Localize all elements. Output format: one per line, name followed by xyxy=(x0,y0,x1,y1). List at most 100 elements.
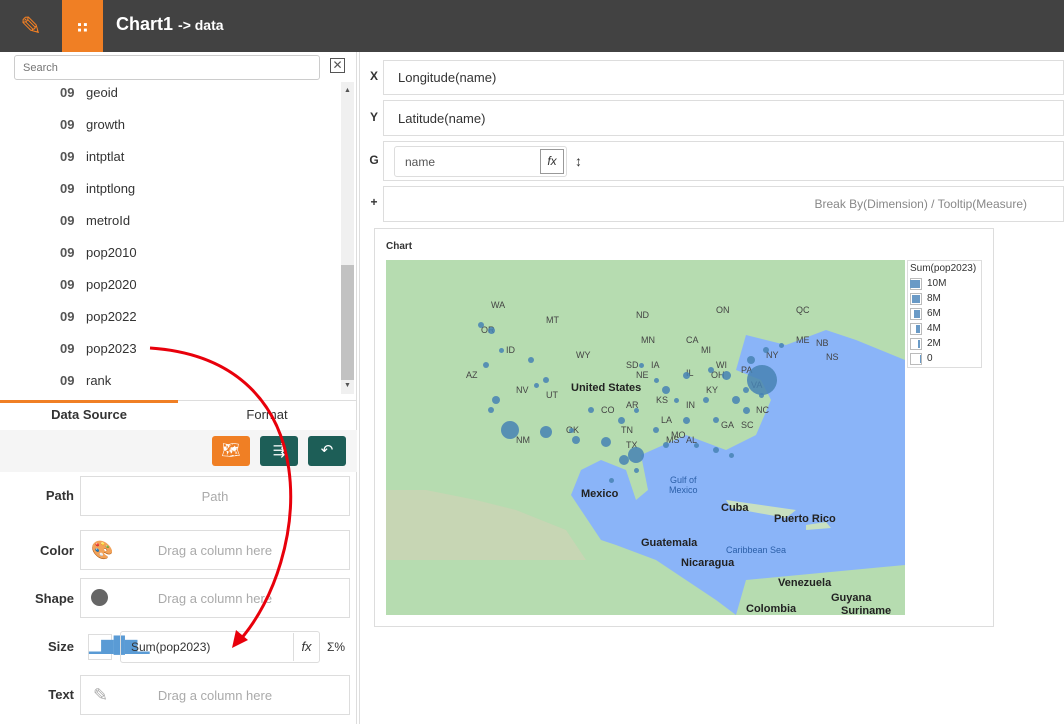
bubble[interactable] xyxy=(713,447,719,453)
color-label: Color xyxy=(40,543,74,558)
field-item[interactable]: 09 rank xyxy=(60,373,111,388)
bubble[interactable] xyxy=(483,362,489,368)
scrollbar-thumb[interactable] xyxy=(341,265,354,380)
bubble[interactable] xyxy=(619,455,629,465)
search-input[interactable] xyxy=(14,55,320,80)
text-drop-zone[interactable]: ✎ Drag a column here xyxy=(80,675,350,715)
bubble[interactable] xyxy=(682,371,690,379)
bubble[interactable] xyxy=(703,397,709,403)
map-label-guyana: Guyana xyxy=(831,592,872,604)
field-item[interactable]: 09 pop2020 xyxy=(60,277,137,292)
formula-icon[interactable]: fx xyxy=(540,148,564,174)
bubble[interactable] xyxy=(488,407,494,413)
bubble[interactable] xyxy=(708,367,714,373)
bubble[interactable] xyxy=(533,382,539,388)
x-shelf[interactable]: Longitude(name) xyxy=(383,60,1064,95)
field-item[interactable]: 09 intptlong xyxy=(60,181,135,196)
y-shelf[interactable]: Latitude(name) xyxy=(383,100,1064,136)
bubble[interactable] xyxy=(543,377,549,383)
size-field[interactable]: Sum(pop2023) xyxy=(120,631,320,663)
field-item[interactable]: 09 pop2010 xyxy=(60,245,137,260)
legend-swatch xyxy=(910,277,922,290)
bubble[interactable] xyxy=(673,397,679,403)
state-label: NC xyxy=(756,405,769,415)
legend-label: 0 xyxy=(927,353,933,364)
field-item[interactable]: 09 pop2023 xyxy=(60,341,137,356)
bubble[interactable] xyxy=(617,416,625,424)
x-shelf-label: X xyxy=(369,69,378,83)
state-label: SD xyxy=(626,360,639,370)
bubble[interactable] xyxy=(728,452,734,458)
map[interactable]: United States Mexico Gulf of Mexico Cuba Pue… xyxy=(386,260,905,615)
bubble[interactable] xyxy=(608,477,614,483)
state-label: QC xyxy=(796,305,810,315)
size-histogram-icon[interactable]: ▁▆█▆▁ xyxy=(88,634,150,660)
field-name: pop2022 xyxy=(86,309,137,324)
map-button[interactable]: 🗺 xyxy=(212,436,250,466)
filter-button[interactable]: ⇶ xyxy=(260,436,298,466)
bubble[interactable] xyxy=(778,342,784,348)
bubble[interactable] xyxy=(721,370,731,380)
bubble[interactable] xyxy=(492,396,500,404)
bubble[interactable] xyxy=(743,387,749,393)
legend-item: 10M xyxy=(908,276,981,291)
scroll-down-icon[interactable]: ▼ xyxy=(344,382,351,389)
formula-icon[interactable]: fx xyxy=(293,633,319,661)
state-label: NS xyxy=(826,352,839,362)
field-item[interactable]: 09 geoid xyxy=(60,85,118,100)
shape-label: Shape xyxy=(34,591,74,606)
bubble[interactable] xyxy=(653,427,659,433)
field-item[interactable]: 09 metroId xyxy=(60,213,130,228)
field-name: pop2020 xyxy=(86,277,137,292)
bubble[interactable] xyxy=(663,442,669,448)
field-item[interactable]: 09 growth xyxy=(60,117,125,132)
close-icon[interactable]: ✕ xyxy=(330,58,345,73)
color-drop-zone[interactable]: 🎨 Drag a column here xyxy=(80,530,350,570)
path-drop-zone[interactable]: Path xyxy=(80,476,350,516)
bubble[interactable] xyxy=(601,437,611,447)
bubble[interactable] xyxy=(732,396,740,404)
g-shelf[interactable]: name fx ↕ xyxy=(383,141,1064,181)
bubble[interactable] xyxy=(568,427,574,433)
bubble[interactable] xyxy=(758,392,764,398)
shape-placeholder: Drag a column here xyxy=(157,590,273,606)
bubble[interactable] xyxy=(747,365,777,395)
g-field[interactable]: name fx xyxy=(394,145,567,177)
bubble[interactable] xyxy=(742,406,750,414)
state-label: KY xyxy=(706,385,719,395)
tab-format[interactable]: Format xyxy=(178,400,356,428)
bubble[interactable] xyxy=(763,347,769,353)
bubble[interactable] xyxy=(572,436,580,444)
bubble[interactable] xyxy=(487,326,495,334)
tab-data-source[interactable]: Data Source xyxy=(0,400,178,428)
field-name: growth xyxy=(86,117,126,132)
legend-label: 6M xyxy=(927,308,941,319)
legend-swatch xyxy=(910,337,922,350)
break-by-shelf[interactable]: Break By(Dimension) / Tooltip(Measure) xyxy=(383,186,1064,222)
bubble[interactable] xyxy=(747,356,755,364)
aggregate-icon[interactable]: Σ% xyxy=(327,640,345,654)
bubble[interactable] xyxy=(662,386,670,394)
bubble[interactable] xyxy=(693,442,699,448)
bubble[interactable] xyxy=(498,347,504,353)
color-placeholder: Drag a column here xyxy=(157,542,273,558)
bubble[interactable] xyxy=(628,447,644,463)
bubble[interactable] xyxy=(638,362,644,368)
scatter-chart-icon[interactable]: ⠶ xyxy=(62,0,103,52)
swap-button[interactable]: ↶ xyxy=(308,436,346,466)
shape-drop-zone[interactable]: Drag a column here xyxy=(80,578,350,618)
bubble[interactable] xyxy=(633,407,639,413)
sort-icon[interactable]: ↕ xyxy=(575,153,582,169)
bubble[interactable] xyxy=(501,421,519,439)
bubble[interactable] xyxy=(633,467,639,473)
bubble[interactable] xyxy=(682,416,690,424)
bubble[interactable] xyxy=(478,322,484,328)
field-item[interactable]: 09 pop2022 xyxy=(60,309,137,324)
bubble[interactable] xyxy=(588,407,594,413)
field-item[interactable]: 09 intptlat xyxy=(60,149,124,164)
bubble[interactable] xyxy=(653,377,659,383)
bubble[interactable] xyxy=(540,426,552,438)
bubble[interactable] xyxy=(528,357,534,363)
app-logo-icon[interactable]: ✎ xyxy=(0,0,62,52)
bubble[interactable] xyxy=(713,417,719,423)
